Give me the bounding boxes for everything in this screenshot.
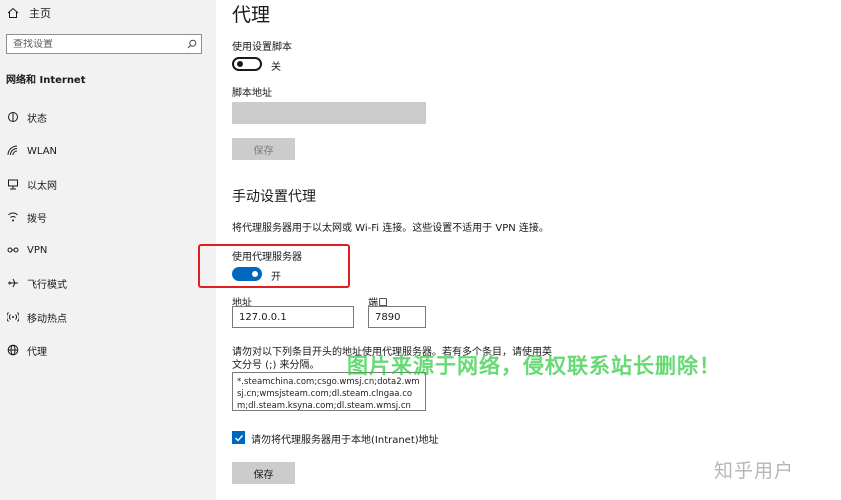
use-proxy-state: 开	[271, 272, 281, 283]
sidebar-item-label: 代理	[27, 346, 47, 358]
local-bypass-checkbox[interactable]	[232, 431, 245, 444]
sidebar-item-ethernet[interactable]: 以太网	[6, 175, 206, 193]
sidebar-item-label: 以太网	[27, 180, 57, 192]
zhihu-watermark: 知乎用户	[714, 460, 795, 482]
toggle-knob	[252, 271, 258, 277]
sidebar-section-title: 网络和 Internet	[6, 75, 86, 86]
checkmark-icon	[234, 434, 243, 442]
manual-proxy-title: 手动设置代理	[232, 189, 316, 205]
local-bypass-label: 请勿将代理服务器用于本地(Intranet)地址	[251, 435, 439, 446]
port-input[interactable]: 7890	[368, 306, 426, 328]
script-toggle[interactable]	[232, 57, 262, 71]
manual-save-button[interactable]: 保存	[232, 462, 295, 484]
sidebar-item-label: 移动热点	[27, 313, 67, 325]
sidebar-item-wlan[interactable]: WLAN	[6, 142, 206, 160]
exceptions-help-line2: 文分号 (;) 来分隔。	[232, 360, 320, 371]
vpn-icon	[6, 243, 20, 257]
script-save-button[interactable]: 保存	[232, 138, 295, 160]
sidebar-item-label: 拨号	[27, 213, 47, 225]
sidebar-item-airplane[interactable]: 飞行模式	[6, 274, 206, 292]
script-address-input[interactable]	[232, 102, 426, 124]
wifi-icon	[6, 144, 20, 158]
watermark-text: 图片来源于网络，侵权联系站长删除！	[347, 354, 721, 378]
globe-icon	[6, 343, 20, 357]
script-toggle-state: 关	[271, 62, 281, 73]
nav-home-label: 主页	[29, 7, 51, 20]
airplane-icon	[6, 276, 20, 290]
search-box[interactable]	[6, 34, 202, 54]
manual-proxy-description: 将代理服务器用于以太网或 Wi-Fi 连接。这些设置不适用于 VPN 连接。	[232, 223, 549, 234]
sidebar: 主页 网络和 Internet 状态 WLAN 以太网 拨号 V	[0, 0, 216, 500]
search-input[interactable]	[7, 38, 183, 50]
script-toggle-label: 使用设置脚本	[232, 42, 292, 53]
nav-home[interactable]: 主页	[6, 4, 51, 22]
sidebar-item-hotspot[interactable]: 移动热点	[6, 308, 206, 326]
sidebar-item-status[interactable]: 状态	[6, 108, 206, 126]
use-proxy-toggle[interactable]	[232, 267, 262, 281]
sidebar-item-vpn[interactable]: VPN	[6, 241, 206, 259]
use-proxy-label: 使用代理服务器	[232, 252, 302, 263]
home-icon	[6, 6, 20, 20]
sidebar-item-proxy[interactable]: 代理	[6, 341, 206, 359]
address-input[interactable]: 127.0.0.1	[232, 306, 354, 328]
page-title: 代理	[232, 4, 271, 26]
sidebar-item-label: VPN	[27, 244, 48, 256]
sidebar-item-label: WLAN	[27, 145, 58, 157]
dialup-icon	[6, 210, 20, 224]
sidebar-item-label: 飞行模式	[27, 279, 67, 291]
hotspot-icon	[6, 310, 20, 324]
toggle-knob	[237, 61, 243, 67]
search-icon[interactable]	[183, 39, 201, 49]
sidebar-item-dialup[interactable]: 拨号	[6, 208, 206, 226]
script-address-label: 脚本地址	[232, 88, 272, 99]
status-icon	[6, 110, 20, 124]
ethernet-icon	[6, 177, 20, 191]
sidebar-item-label: 状态	[27, 113, 47, 125]
